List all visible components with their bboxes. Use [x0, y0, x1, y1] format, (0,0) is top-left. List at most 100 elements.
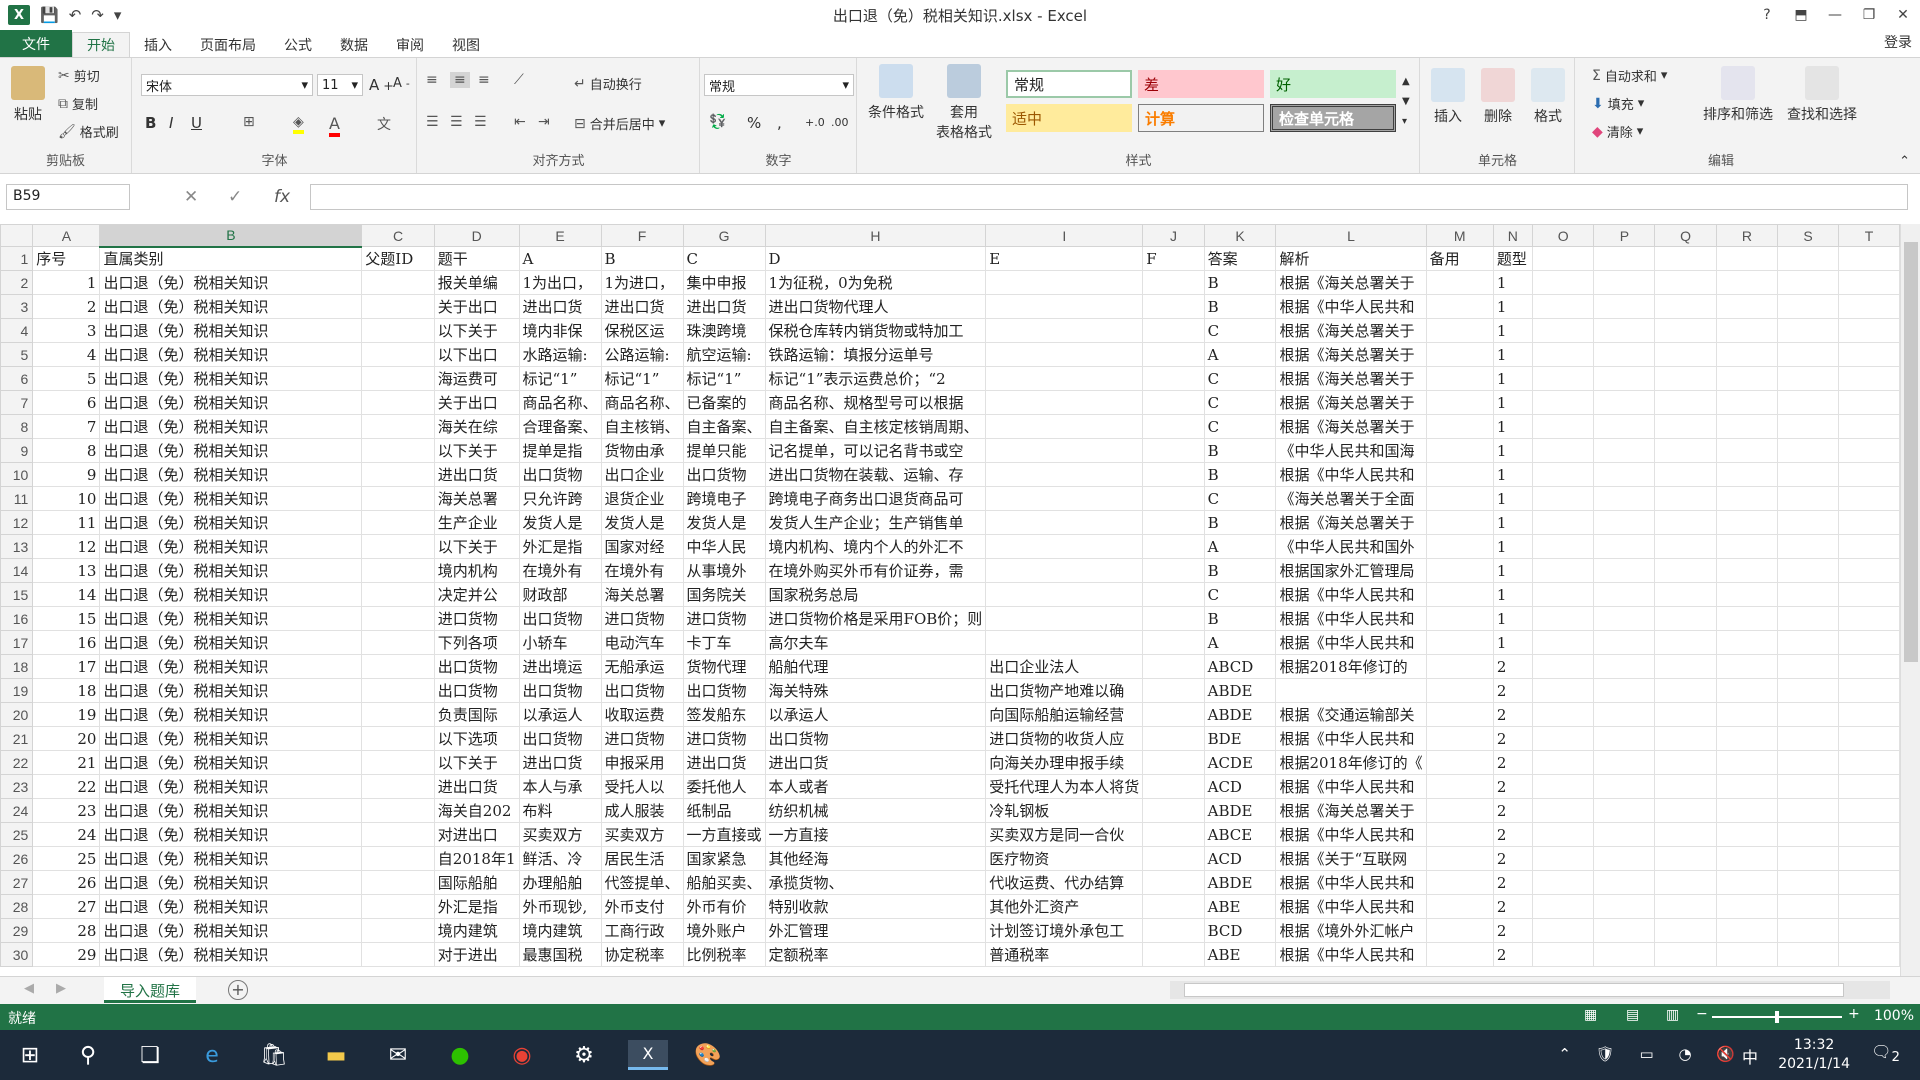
cell[interactable]	[1777, 894, 1840, 919]
cell[interactable]: 1	[1492, 486, 1533, 511]
cell[interactable]	[1715, 438, 1779, 463]
cell[interactable]: 题干	[433, 246, 520, 271]
cell[interactable]: 21	[32, 750, 101, 775]
cell[interactable]	[1593, 846, 1656, 871]
cell[interactable]: B	[1203, 294, 1277, 319]
cell[interactable]: 定额税率	[764, 942, 987, 967]
cell[interactable]: 1	[1492, 294, 1533, 319]
row-header[interactable]: 12	[0, 510, 34, 535]
cell[interactable]	[1142, 630, 1205, 655]
cell[interactable]	[1777, 822, 1840, 847]
row-header[interactable]: 16	[0, 606, 34, 631]
cell[interactable]: C	[1203, 582, 1277, 607]
row-header[interactable]: 10	[0, 462, 34, 487]
cell[interactable]: ACDE	[1203, 750, 1277, 775]
cell[interactable]	[1777, 510, 1840, 535]
cell[interactable]: 对于进出	[433, 942, 520, 967]
cell[interactable]: 出口退（免）税相关知识	[99, 558, 363, 583]
cell[interactable]	[1715, 654, 1779, 679]
cell[interactable]	[1838, 750, 1900, 775]
comma-button[interactable]: ,	[777, 114, 782, 132]
minimize-icon[interactable]: —	[1818, 7, 1852, 23]
cell[interactable]	[1142, 702, 1205, 727]
cell[interactable]	[1838, 726, 1900, 751]
cell[interactable]: 标记“1”	[518, 366, 602, 391]
cell[interactable]: 进口货物	[682, 726, 766, 751]
cell[interactable]	[1531, 822, 1595, 847]
cell[interactable]: 以下关于	[433, 534, 520, 559]
cell[interactable]	[1142, 846, 1205, 871]
cell[interactable]: 出口退（免）税相关知识	[99, 318, 363, 343]
cell[interactable]	[1715, 342, 1779, 367]
phonetic-button[interactable]: 文	[377, 114, 391, 134]
cell[interactable]	[1838, 678, 1900, 703]
clear-button[interactable]: ◆ 清除 ▾	[1592, 122, 1643, 142]
find-select-button[interactable]: 查找和选择	[1780, 66, 1864, 124]
zoom-in-icon[interactable]: +	[1848, 1006, 1860, 1022]
save-icon[interactable]: 💾	[40, 6, 59, 24]
cell[interactable]: 提单只能	[682, 438, 766, 463]
cell[interactable]	[1593, 678, 1656, 703]
cell[interactable]: 1	[1492, 582, 1533, 607]
row-header[interactable]: 20	[0, 702, 34, 727]
restore-icon[interactable]: ❐	[1852, 7, 1886, 23]
store-icon[interactable]: 🛍	[258, 1040, 290, 1070]
align-middle-button[interactable]: ≡	[450, 72, 470, 88]
cell[interactable]	[1593, 462, 1656, 487]
cell[interactable]: 商品名称、	[518, 390, 602, 415]
cell[interactable]	[1593, 246, 1656, 271]
column-header[interactable]: Q	[1654, 224, 1717, 247]
cell[interactable]: 海关特殊	[764, 678, 987, 703]
cell[interactable]: 根据国家外汇管理局	[1275, 558, 1427, 583]
cell[interactable]: 一方直接或	[682, 822, 766, 847]
cell[interactable]	[1654, 606, 1717, 631]
next-sheet-icon[interactable]: ▶	[56, 981, 66, 996]
cell[interactable]	[361, 654, 435, 679]
cell[interactable]: 对进出口	[433, 822, 520, 847]
cell[interactable]	[1777, 774, 1840, 799]
cell[interactable]: 海运费可	[433, 366, 520, 391]
cell[interactable]	[1142, 678, 1205, 703]
wrap-text-button[interactable]: ↵ 自动换行	[574, 74, 642, 94]
cell[interactable]	[985, 510, 1144, 535]
cell[interactable]: 序号	[32, 246, 101, 271]
cell[interactable]	[985, 390, 1144, 415]
currency-button[interactable]: 💱	[709, 114, 726, 130]
cell[interactable]: 根据《中华人民共和	[1275, 606, 1427, 631]
cell[interactable]: 进出口货	[682, 750, 766, 775]
tab-review[interactable]: 审阅	[382, 32, 438, 58]
cell[interactable]	[1275, 678, 1427, 703]
cell[interactable]: 出口货物	[518, 462, 602, 487]
cell[interactable]	[1531, 486, 1595, 511]
cell[interactable]	[1838, 366, 1900, 391]
cell[interactable]	[1654, 438, 1717, 463]
zoom-slider-knob[interactable]	[1775, 1011, 1779, 1023]
cell[interactable]: 出口退（免）税相关知识	[99, 774, 363, 799]
cell[interactable]: 出口退（免）税相关知识	[99, 510, 363, 535]
row-header[interactable]: 21	[0, 726, 34, 751]
cell[interactable]	[361, 486, 435, 511]
cell[interactable]: 出口货物	[682, 678, 766, 703]
cell[interactable]: 海关总署	[600, 582, 684, 607]
cell[interactable]	[361, 870, 435, 895]
cell[interactable]	[1425, 678, 1494, 703]
cell[interactable]: 2	[1492, 654, 1533, 679]
select-all-corner[interactable]	[0, 224, 34, 247]
cell[interactable]: 6	[32, 390, 101, 415]
cell[interactable]	[1142, 582, 1205, 607]
cell[interactable]	[361, 774, 435, 799]
cell[interactable]: 工商行政	[600, 918, 684, 943]
cell[interactable]: 出口退（免）税相关知识	[99, 606, 363, 631]
cell[interactable]	[1715, 606, 1779, 631]
cell[interactable]: 29	[32, 942, 101, 967]
page-layout-icon[interactable]: ▤	[1626, 1007, 1639, 1023]
cell[interactable]: 电动汽车	[600, 630, 684, 655]
cell[interactable]: 进出口货	[682, 294, 766, 319]
borders-button[interactable]: ⊞	[243, 114, 255, 130]
cell[interactable]	[1777, 870, 1840, 895]
cell[interactable]	[1777, 678, 1840, 703]
cell[interactable]: 25	[32, 846, 101, 871]
cell[interactable]: 根据《海关总署关于	[1275, 270, 1427, 295]
cell[interactable]: 根据《海关总署关于	[1275, 318, 1427, 343]
cell[interactable]	[1593, 558, 1656, 583]
